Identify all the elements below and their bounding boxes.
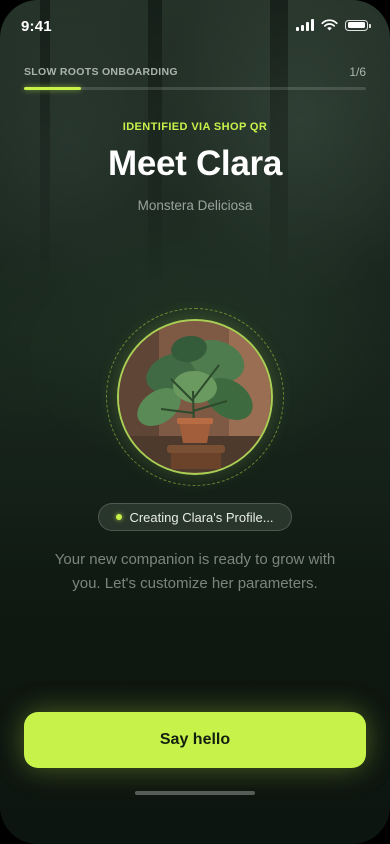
- status-chip-text: Creating Clara's Profile...: [129, 509, 274, 525]
- signal-icon: [296, 19, 314, 31]
- plant-photo: [117, 319, 273, 475]
- status-dot-icon: [116, 514, 123, 520]
- page-title: Meet Clara: [107, 144, 283, 183]
- plant-species: Monstera Deliciosa: [137, 198, 253, 213]
- status-time: 9:41: [21, 18, 52, 35]
- onboarding-description: Your new companion is ready to grow with…: [54, 551, 336, 592]
- onboarding-label: SLOW ROOTS ONBOARDING: [24, 66, 178, 78]
- bg-fade: [0, 484, 390, 844]
- status-bar: 9:41: [0, 0, 390, 50]
- identified-eyebrow: IDENTIFIED VIA SHOP QR: [122, 121, 268, 133]
- say-hello-button[interactable]: Say hello: [24, 712, 366, 768]
- plant-illustration: [119, 321, 270, 472]
- status-icons: [296, 19, 371, 31]
- progress-bar-fill: [24, 87, 81, 90]
- battery-icon: [345, 19, 371, 31]
- status-chip: Creating Clara's Profile...: [98, 503, 292, 531]
- onboarding-screen: 9:41 SLOW ROOTS ONBOARDING 1/6 IDENTIFIE…: [0, 0, 390, 844]
- progress-bar: [24, 87, 366, 90]
- step-counter: 1/6: [349, 65, 366, 79]
- home-indicator[interactable]: [135, 791, 255, 795]
- wifi-icon: [321, 19, 338, 31]
